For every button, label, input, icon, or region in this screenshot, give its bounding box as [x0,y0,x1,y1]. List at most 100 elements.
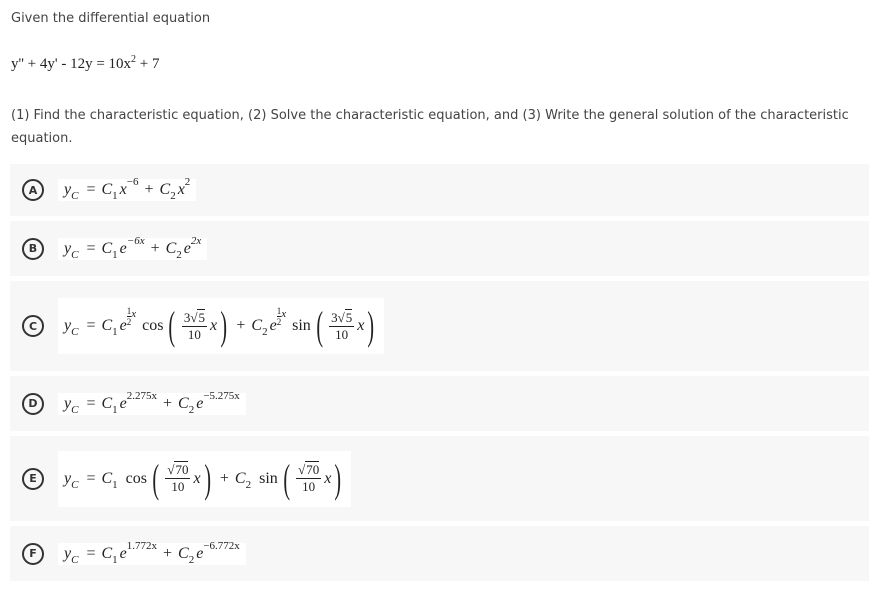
c2-subscript: 2 [262,326,268,338]
c2-symbol: C [251,317,263,334]
c2-symbol: C [234,469,246,487]
term1-base: e [119,394,127,412]
term2-base: x [177,181,185,198]
right-paren: ) [203,455,211,501]
answer-option-d[interactable]: D yC = C1 e 2.275x + C2 e −5.275x [10,376,869,431]
c1-subscript: 1 [112,553,118,566]
exp-base: e [269,317,277,334]
equals-sign: = [86,181,96,198]
c1-symbol: C [101,394,113,412]
y-subscript: C [71,326,79,338]
variable: x [357,317,365,334]
variable: x [193,469,201,487]
term1-base: e [119,544,127,562]
c2-subscript: 2 [245,478,252,491]
option-letter-f-icon: F [22,542,44,565]
answer-option-f[interactable]: F yC = C1 e 1.772x + C2 e −6.772x [10,526,869,581]
plus-sign: + [163,544,173,562]
term1-exponent: −6 [126,176,139,188]
y-symbol: y [64,544,72,562]
option-f-formula: yC = C1 e 1.772x + C2 e −6.772x [58,539,246,566]
option-letter-b-icon: B [22,237,44,260]
term2-exponent: −6.772x [203,539,240,552]
differential-equation: y'' + 4y' - 12y = 10x2 + 7 [11,54,160,73]
term2-exponent: 2x [190,234,202,247]
y-subscript: C [71,553,79,566]
exponent-variable: x [281,308,287,320]
argument-fraction: √70 10 [296,461,322,495]
cos-function: cos [125,469,147,487]
plus-sign: + [144,181,154,198]
c1-symbol: C [101,469,113,487]
term2-base: e [183,239,191,257]
right-paren: ) [220,303,228,348]
right-paren: ) [367,303,375,348]
equation-rhs-tail: + 7 [139,56,160,72]
y-subscript: C [71,478,79,491]
answer-option-b[interactable]: B yC = C1 e −6x + C2 e 2x [10,221,869,276]
variable: x [324,469,332,487]
argument-fraction: √70 10 [165,461,191,495]
c2-subscript: 2 [170,190,176,202]
plus-sign: + [163,394,173,412]
radicand: 5 [344,308,353,325]
c1-subscript: 1 [112,190,118,202]
term2-base: e [196,394,204,412]
y-symbol: y [64,239,72,257]
c1-subscript: 1 [112,248,118,261]
option-c-formula: yC = C1 e 12x cos ( 3√5 10 x ) + C2 e 12x… [58,298,384,354]
denominator: 10 [187,326,201,342]
plus-sign: + [219,469,229,487]
option-letter-e-icon: E [22,467,44,490]
equation-equals: = [96,56,105,72]
y-symbol: y [64,469,72,487]
term2-base: e [196,544,204,562]
option-letter-c-icon: C [22,315,44,337]
denominator: 10 [335,326,349,342]
y-symbol: y [64,317,72,334]
sqrt-symbol: √ [337,309,345,325]
c2-symbol: C [165,239,177,257]
equation-lhs: y'' + 4y' - 12y [11,56,93,72]
term1-base: x [119,181,127,198]
sin-function: sin [259,469,278,487]
exponent-variable: x [131,308,137,320]
c2-symbol: C [178,544,189,562]
c2-subscript: 2 [176,248,182,261]
equals-sign: = [86,317,96,334]
c2-symbol: C [178,394,189,412]
argument-fraction: 3√5 10 [181,308,207,343]
exp-base: e [119,317,127,334]
equals-sign: = [86,469,96,487]
term1-exponent: 1.772x [126,539,158,552]
answer-option-c[interactable]: C yC = C1 e 12x cos ( 3√5 10 x ) + C2 e 1… [10,281,869,371]
left-paren: ( [152,455,159,501]
c1-subscript: 1 [112,478,118,491]
option-b-formula: yC = C1 e −6x + C2 e 2x [58,234,208,261]
equals-sign: = [86,544,96,562]
option-a-formula: yC = C1 x −6 + C2 x2 [58,176,197,202]
radicand: 5 [197,308,205,325]
c2-subscript: 2 [188,553,195,566]
question-prompt: Given the differential equation [11,11,211,26]
c1-symbol: C [101,544,113,562]
equation-rhs-exponent: 2 [131,54,137,65]
question-instructions: (1) Find the characteristic equation, (2… [11,108,849,146]
term2-exponent: −5.275x [203,389,240,402]
denominator: 10 [171,479,185,494]
equation-rhs-base: 10x [108,56,132,72]
sin-function: sin [292,317,311,334]
radicand: 70 [174,461,189,477]
answer-option-a[interactable]: A yC = C1 x −6 + C2 x2 [10,164,869,216]
variable: x [209,317,218,334]
option-e-formula: yC = C1 cos ( √70 10 x ) + C2 sin ( √70 10… [58,450,351,507]
option-d-formula: yC = C1 e 2.275x + C2 e −5.275x [58,389,246,416]
answer-option-e[interactable]: E yC = C1 cos ( √70 10 x ) + C2 sin ( √70… [10,436,869,521]
y-subscript: C [71,190,79,202]
equals-sign: = [86,239,96,257]
left-paren: ( [316,303,323,348]
c1-symbol: C [101,239,113,257]
y-symbol: y [64,181,72,198]
y-symbol: y [64,394,72,412]
term1-exponent: −6x [126,234,145,247]
